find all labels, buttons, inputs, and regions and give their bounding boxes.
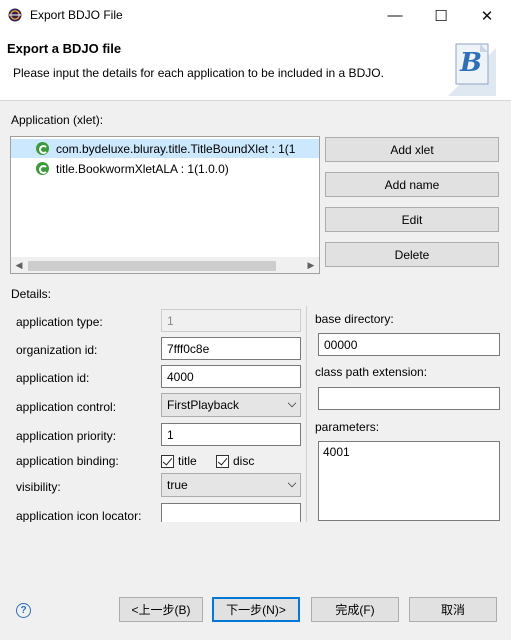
delete-button[interactable]: Delete: [325, 242, 499, 267]
parameters-textarea[interactable]: 4001: [318, 441, 500, 521]
class-path-field[interactable]: [318, 387, 500, 410]
chevron-down-icon: [287, 478, 297, 488]
chevron-down-icon: [287, 398, 297, 408]
application-list-label: Application (xlet):: [11, 113, 104, 127]
bdjo-banner-icon: B: [448, 38, 496, 96]
list-item[interactable]: com.bydeluxe.bluray.title.TitleBoundXlet…: [11, 139, 319, 158]
visibility-select[interactable]: true: [161, 473, 301, 497]
next-button[interactable]: 下一步(N)>: [212, 597, 300, 622]
application-id-label: application id:: [16, 371, 90, 385]
application-type-field: 1: [161, 309, 301, 332]
xlet-icon: [36, 162, 49, 175]
application-type-label: application type:: [16, 315, 103, 329]
binding-title-label: title: [178, 454, 197, 468]
application-binding-label: application binding:: [16, 454, 119, 468]
scroll-left-icon[interactable]: ◀: [11, 257, 27, 273]
icon-locator-label: application icon locator:: [16, 509, 142, 522]
close-button[interactable]: ✕: [464, 0, 510, 31]
base-directory-label: base directory:: [315, 312, 394, 326]
app-icon: [8, 8, 22, 22]
application-control-value: FirstPlayback: [167, 398, 240, 412]
add-xlet-button[interactable]: Add xlet: [325, 137, 499, 162]
scrollbar-thumb[interactable]: [28, 261, 276, 271]
banner-letter: B: [460, 48, 482, 78]
maximize-button[interactable]: ☐: [418, 0, 464, 31]
help-icon[interactable]: ?: [16, 603, 31, 618]
organization-id-label: organization id:: [16, 343, 98, 357]
organization-id-field[interactable]: 7fff0c8e: [161, 337, 301, 360]
application-list[interactable]: com.bydeluxe.bluray.title.TitleBoundXlet…: [10, 136, 320, 274]
binding-disc-label: disc: [233, 454, 255, 468]
cancel-button[interactable]: 取消: [409, 597, 497, 622]
base-directory-field[interactable]: 00000: [318, 333, 500, 356]
edit-button[interactable]: Edit: [325, 207, 499, 232]
list-item-label: com.bydeluxe.bluray.title.TitleBoundXlet…: [56, 141, 296, 156]
visibility-label: visibility:: [16, 480, 61, 494]
application-control-select[interactable]: FirstPlayback: [161, 393, 301, 417]
visibility-value: true: [167, 478, 188, 492]
binding-disc-checkbox[interactable]: disc: [216, 454, 254, 468]
class-path-label: class path extension:: [315, 365, 428, 379]
application-priority-label: application priority:: [16, 429, 117, 443]
checkbox-checked-icon: [161, 454, 174, 468]
parameters-label: parameters:: [315, 420, 380, 434]
finish-button[interactable]: 完成(F): [311, 597, 399, 622]
details-panel: application type: 1 organization id: 7ff…: [10, 306, 307, 522]
application-id-field[interactable]: 4000: [161, 365, 301, 388]
page-title: Export a BDJO file: [7, 41, 122, 56]
application-control-label: application control:: [16, 400, 117, 414]
application-priority-field[interactable]: 1: [161, 423, 301, 446]
checkbox-checked-icon: [216, 454, 229, 468]
minimize-button[interactable]: —: [372, 0, 418, 31]
icon-locator-field[interactable]: [161, 503, 301, 522]
binding-title-checkbox[interactable]: title: [161, 454, 197, 468]
scroll-right-icon[interactable]: ▶: [303, 257, 319, 273]
page-description: Please input the details for each applic…: [13, 66, 384, 80]
details-label: Details:: [11, 287, 52, 301]
list-item-label: title.BookwormXletALA : 1(1.0.0): [56, 161, 229, 176]
add-name-button[interactable]: Add name: [325, 172, 499, 197]
list-item[interactable]: title.BookwormXletALA : 1(1.0.0): [11, 159, 319, 178]
xlet-icon: [36, 142, 49, 155]
window-title: Export BDJO File: [30, 8, 123, 22]
back-button[interactable]: <上一步(B): [119, 597, 203, 622]
